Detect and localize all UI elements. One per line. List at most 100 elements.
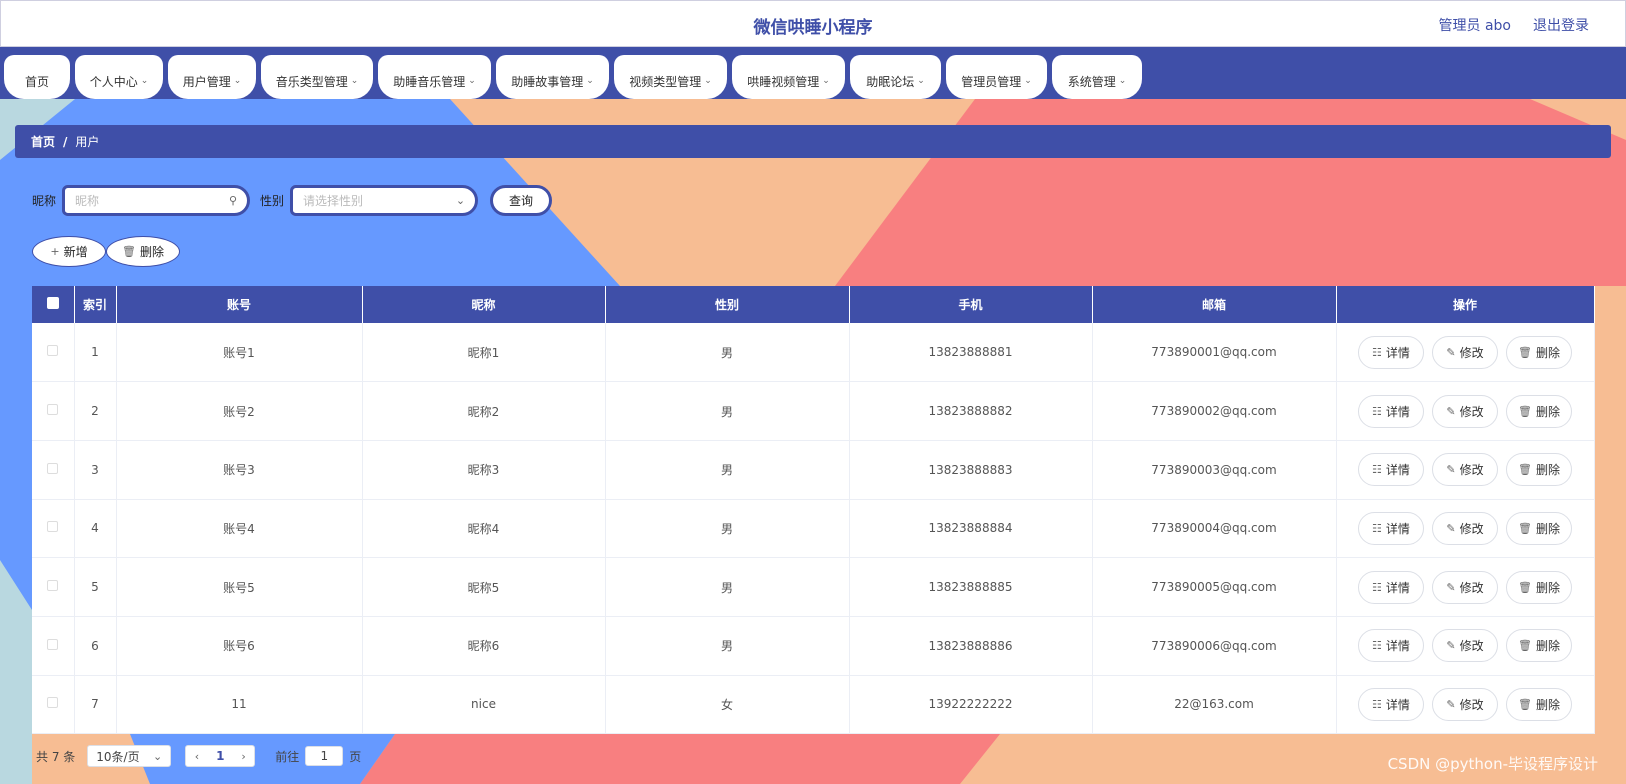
cell-gender: 男 <box>605 616 850 676</box>
delete-button[interactable]: 🗑 删除 <box>1506 394 1572 428</box>
nav-tab-label: 音乐类型管理 <box>275 74 348 89</box>
column-header: 操作 <box>1336 286 1595 323</box>
delete-button[interactable]: 🗑 删除 <box>1506 629 1572 663</box>
chevron-down-icon: ⌄ <box>586 76 594 86</box>
goto-page-input[interactable]: 1 <box>305 746 344 766</box>
detail-button[interactable]: ☷ 详情 <box>1358 453 1424 487</box>
nav-tab-video-types[interactable]: 视频类型管理 ⌄ <box>614 55 727 99</box>
nav-tab-home[interactable]: 首页 <box>4 55 70 99</box>
delete-button[interactable]: 🗑 删除 <box>1506 570 1572 604</box>
row-select-cell[interactable] <box>32 675 75 735</box>
chevron-down-icon: ⌄ <box>1118 76 1127 86</box>
nav-tab-users[interactable]: 用户管理 ⌄ <box>168 55 256 99</box>
nav-tab-label: 助眠论坛 <box>866 74 915 89</box>
row-select-cell[interactable] <box>32 557 75 617</box>
nav-tab-sleep-stories[interactable]: 助睡故事管理 ⌄ <box>496 55 609 99</box>
table-row: 6 账号6 昵称6 男 13823888886 773890006@qq.com ☷ 详情 ✎ 修… <box>32 616 1595 676</box>
select-all-checkbox[interactable] <box>46 297 59 309</box>
row-select-cell[interactable] <box>32 381 75 441</box>
nav-tab-profile[interactable]: 个人中心 ⌄ <box>75 55 163 99</box>
cell-gender: 男 <box>605 381 850 441</box>
nav-tab-music-types[interactable]: 音乐类型管理 ⌄ <box>261 55 373 99</box>
detail-button[interactable]: ☷ 详情 <box>1358 687 1424 721</box>
edit-button[interactable]: ✎ 修改 <box>1432 629 1498 663</box>
detail-button[interactable]: ☷ 详情 <box>1358 335 1424 369</box>
nav-tab-label: 系统管理 <box>1067 74 1116 89</box>
row-actions: ☷ 详情 ✎ 修改 🗑 删除 <box>1337 453 1594 487</box>
edit-button-label: 修改 <box>1459 463 1484 478</box>
edit-button[interactable]: ✎ 修改 <box>1432 335 1498 369</box>
detail-button-label: 详情 <box>1385 697 1410 712</box>
row-checkbox[interactable] <box>47 521 59 533</box>
plus-icon: + <box>50 245 60 258</box>
user-table: 索引 账号 昵称 性别 手机 邮箱 操作 1 账号1 昵称1 男 13823888881… <box>32 286 1595 735</box>
cell-nickname: 昵称5 <box>362 557 606 617</box>
detail-button[interactable]: ☷ 详情 <box>1358 629 1424 663</box>
cell-gender: 男 <box>605 499 850 559</box>
action-bar: + 新增 🗑 删除 <box>32 236 180 267</box>
cell-index: 7 <box>74 675 117 735</box>
user-label[interactable]: 管理员 abo <box>1439 15 1511 35</box>
cell-gender: 男 <box>605 323 850 383</box>
row-select-cell[interactable] <box>32 499 75 559</box>
query-button[interactable]: 查询 <box>490 185 553 216</box>
detail-button[interactable]: ☷ 详情 <box>1358 570 1424 604</box>
logout-link[interactable]: 退出登录 <box>1533 15 1589 35</box>
edit-button[interactable]: ✎ 修改 <box>1432 687 1498 721</box>
cell-email: 773890003@qq.com <box>1092 440 1337 500</box>
row-checkbox[interactable] <box>47 345 59 357</box>
detail-button-label: 详情 <box>1385 639 1410 654</box>
row-checkbox[interactable] <box>47 404 59 416</box>
edit-button[interactable]: ✎ 修改 <box>1432 570 1498 604</box>
column-header: 邮箱 <box>1092 286 1337 323</box>
edit-button-label: 修改 <box>1459 521 1484 536</box>
cell-nickname: 昵称3 <box>362 440 606 500</box>
detail-button[interactable]: ☷ 详情 <box>1358 511 1424 545</box>
goto-page-value: 1 <box>320 749 329 763</box>
cell-gender: 女 <box>605 675 850 735</box>
row-select-cell[interactable] <box>32 323 75 383</box>
row-checkbox[interactable] <box>47 462 59 474</box>
cell-index: 3 <box>74 440 117 500</box>
cell-actions: ☷ 详情 ✎ 修改 🗑 删除 <box>1336 323 1595 383</box>
delete-button[interactable]: 🗑 删除 <box>1506 453 1572 487</box>
row-select-cell[interactable] <box>32 440 75 500</box>
cell-phone: 13823888885 <box>849 557 1093 617</box>
table-row: 2 账号2 昵称2 男 13823888882 773890002@qq.com ☷ 详情 ✎ 修… <box>32 381 1595 441</box>
table-row: 7 11 nice 女 13922222222 22@163.com ☷ 详情 ✎ 修改 🗑 删除 <box>32 675 1595 735</box>
breadcrumb-home[interactable]: 首页 <box>31 133 55 150</box>
nickname-search-input[interactable]: 昵称 ⚲ <box>62 185 251 216</box>
trash-icon: 🗑 <box>122 245 136 258</box>
batch-delete-button[interactable]: 🗑 删除 <box>106 236 180 267</box>
nav-tab-forum[interactable]: 助眠论坛 ⌄ <box>850 55 941 99</box>
nav-tab-sleep-videos[interactable]: 哄睡视频管理 ⌄ <box>732 55 845 99</box>
delete-button[interactable]: 🗑 删除 <box>1506 687 1572 721</box>
chevron-down-icon: ⌄ <box>468 76 476 86</box>
row-select-cell[interactable] <box>32 616 75 676</box>
edit-button[interactable]: ✎ 修改 <box>1432 453 1498 487</box>
page-size-select[interactable]: 10条/页 ⌄ <box>87 745 172 767</box>
select-all-cell[interactable] <box>32 286 75 323</box>
current-page[interactable]: 1 <box>216 749 224 763</box>
row-checkbox[interactable] <box>47 580 59 592</box>
pencil-icon: ✎ <box>1446 404 1456 418</box>
cell-index: 1 <box>74 323 117 383</box>
nav-tab-admins[interactable]: 管理员管理 ⌄ <box>946 55 1047 99</box>
nav-tab-sleep-music[interactable]: 助睡音乐管理 ⌄ <box>378 55 491 99</box>
row-checkbox[interactable] <box>47 697 59 709</box>
nav-tab-system[interactable]: 系统管理 ⌄ <box>1052 55 1142 99</box>
chevron-left-icon[interactable]: ‹ <box>195 750 199 763</box>
detail-button[interactable]: ☷ 详情 <box>1358 394 1424 428</box>
add-button[interactable]: + 新增 <box>32 236 106 267</box>
chevron-down-icon: ⌄ <box>153 749 163 763</box>
gender-select[interactable]: 请选择性别 ⌄ <box>290 185 479 216</box>
chevron-right-icon[interactable]: › <box>241 750 245 763</box>
edit-button[interactable]: ✎ 修改 <box>1432 394 1498 428</box>
breadcrumb-current: 用户 <box>75 135 100 149</box>
edit-button[interactable]: ✎ 修改 <box>1432 511 1498 545</box>
delete-button[interactable]: 🗑 删除 <box>1506 511 1572 545</box>
delete-button[interactable]: 🗑 删除 <box>1506 335 1572 369</box>
cell-email: 773890002@qq.com <box>1092 381 1337 441</box>
cell-phone: 13823888881 <box>849 323 1093 383</box>
row-checkbox[interactable] <box>47 638 59 650</box>
